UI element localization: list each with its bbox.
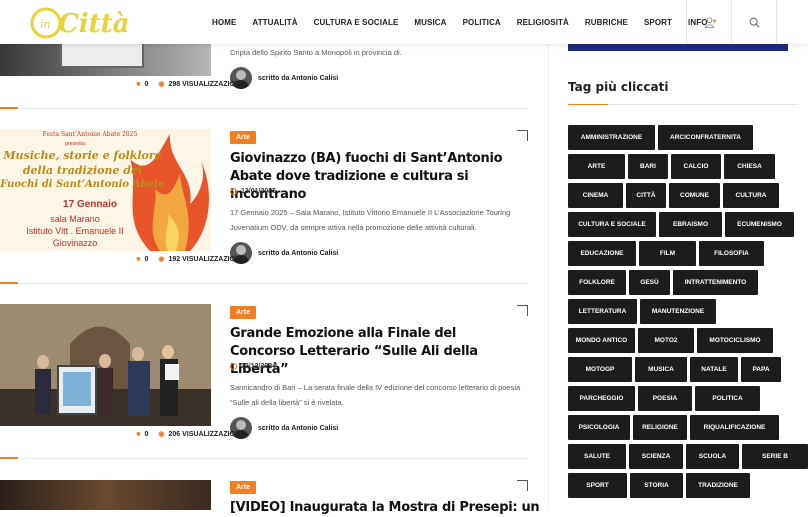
tag-chip[interactable]: CALCIO: [671, 154, 721, 179]
tag-chip[interactable]: CINEMA: [568, 183, 623, 208]
tag-chip[interactable]: MOTOCICLISMO: [697, 328, 773, 353]
tag-chip[interactable]: ARTE: [568, 154, 625, 179]
tag-chip[interactable]: MOTO2: [638, 328, 694, 353]
tag-chip[interactable]: LETTERATURA: [568, 299, 637, 324]
nav-item-cultura-e-sociale[interactable]: CULTURA E SOCIALE: [306, 18, 407, 27]
nav-item-rubriche[interactable]: RUBRICHE: [577, 18, 636, 27]
tag-chip[interactable]: RELIGIONE: [633, 415, 687, 440]
tag-chip[interactable]: FILM: [639, 241, 696, 266]
user-button[interactable]: [686, 0, 731, 44]
main-nav: HOME ATTUALITÀ CULTURA E SOCIALE MUSICA …: [204, 0, 726, 44]
svg-text:in: in: [40, 18, 51, 31]
tag-chip[interactable]: BARI: [628, 154, 668, 179]
category-badge[interactable]: Arte: [230, 481, 257, 494]
logo-graphic: in Città: [30, 7, 129, 39]
tag-chip[interactable]: STORIA: [630, 473, 683, 498]
tag-chip[interactable]: MOTOGP: [568, 357, 632, 382]
tag-chip[interactable]: RIQUALIFICAZIONE: [690, 415, 779, 440]
nav-item-musica[interactable]: MUSICA: [406, 18, 454, 27]
tag-chip[interactable]: SPORT: [568, 473, 627, 498]
tag-chip[interactable]: COMUNE: [669, 183, 720, 208]
tag-chip[interactable]: INTRATTENIMENTO: [673, 270, 758, 295]
search-icon: [749, 17, 760, 28]
tag-chip[interactable]: POESIA: [638, 386, 692, 411]
article-thumbnail[interactable]: [0, 480, 211, 510]
tag-chip[interactable]: MUSICA: [635, 357, 687, 382]
tag-chip[interactable]: MONDO ANTICO: [568, 328, 635, 353]
nav-item-religiosita[interactable]: RELIGIOSITÀ: [509, 18, 577, 27]
article-card: Arte [VIDEO] Inaugurata la Mostra di Pre…: [0, 0, 540, 515]
tag-chip[interactable]: FOLKLORE: [568, 270, 626, 295]
site-header: in Città HOME ATTUALITÀ CULTURA E SOCIAL…: [0, 0, 808, 44]
tag-chip[interactable]: PSICOLOGIA: [568, 415, 630, 440]
tag-chip[interactable]: EBRAISMO: [659, 212, 722, 237]
tag-chip[interactable]: CHIESA: [724, 154, 775, 179]
svg-text:Città: Città: [58, 9, 129, 39]
tag-chip[interactable]: SALUTE: [568, 444, 626, 469]
heading-divider-accent: [568, 104, 608, 105]
nav-item-home[interactable]: HOME: [204, 18, 244, 27]
tag-chip[interactable]: PAPA: [741, 357, 781, 382]
tag-chip[interactable]: MANUTENZIONE: [640, 299, 716, 324]
tag-chip[interactable]: SCIENZA: [629, 444, 683, 469]
tag-chip[interactable]: POLITICA: [695, 386, 760, 411]
user-icon: [704, 16, 714, 28]
tag-chip[interactable]: ECUMENISMO: [725, 212, 794, 237]
nav-item-attualita[interactable]: ATTUALITÀ: [244, 18, 305, 27]
tag-chip[interactable]: PARCHEGGIO: [568, 386, 635, 411]
nav-item-sport[interactable]: SPORT: [636, 18, 680, 27]
tag-chip[interactable]: CULTURA E SOCIALE: [568, 212, 656, 237]
tag-chip[interactable]: CITTÀ: [626, 183, 666, 208]
tag-chip[interactable]: EDUCAZIONE: [568, 241, 636, 266]
tag-chip[interactable]: GESÙ: [629, 270, 670, 295]
sidebar-banner-bar: [568, 44, 788, 51]
tag-chip[interactable]: NATALE: [690, 357, 738, 382]
tag-cloud-heading: Tag più cliccati: [568, 80, 669, 94]
tag-chip[interactable]: TRADIZIONE: [686, 473, 750, 498]
tag-chip[interactable]: ARCICONFRATERNITA: [658, 125, 753, 150]
tag-chip[interactable]: SCUOLA: [686, 444, 739, 469]
tag-chip[interactable]: FILOSOFIA: [699, 241, 764, 266]
tag-chip[interactable]: CULTURA: [723, 183, 779, 208]
article-title[interactable]: [VIDEO] Inaugurata la Mostra di Presepi:…: [230, 499, 540, 517]
tag-chip[interactable]: SERIE B: [742, 444, 808, 469]
site-logo[interactable]: in Città: [28, 2, 146, 42]
sidebar: Tag più cliccati AMMINISTRAZIONE ARCICONF…: [548, 44, 808, 510]
corner-decoration: [517, 480, 528, 491]
tag-chip[interactable]: AMMINISTRAZIONE: [568, 125, 655, 150]
nav-item-politica[interactable]: POLITICA: [455, 18, 509, 27]
search-button[interactable]: [731, 0, 777, 44]
